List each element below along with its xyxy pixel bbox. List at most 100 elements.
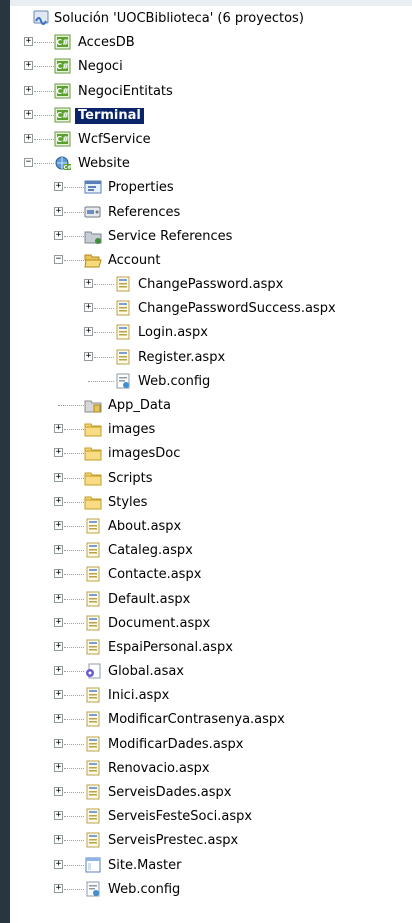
tree-item-app-data[interactable]: App_Data xyxy=(10,394,412,418)
tree-item-cataleg-aspx[interactable]: + Cataleg.aspx xyxy=(10,539,412,563)
tree-item-label: References xyxy=(108,204,181,220)
tree-item-styles[interactable]: + Styles xyxy=(10,491,412,515)
folder-icon xyxy=(84,445,102,461)
tree-item-serveisfestesoci-aspx[interactable]: + ServeisFesteSoci.aspx xyxy=(10,805,412,829)
tree-connector-line xyxy=(64,429,84,431)
tree-item-document-aspx[interactable]: + Document.aspx xyxy=(10,612,412,636)
tree-item-negocientitats[interactable]: + C# NegociEntitats xyxy=(10,80,412,104)
tree-item-serveisprestec-aspx[interactable]: + ServeisPrestec.aspx xyxy=(10,829,412,853)
expand-icon[interactable]: + xyxy=(54,593,63,603)
tree-item-negoci[interactable]: + C# Negoci xyxy=(10,55,412,79)
tree-item-wcfservice[interactable]: + C# WcfService xyxy=(10,128,412,152)
svg-text:C#: C# xyxy=(56,87,69,96)
expand-icon[interactable]: + xyxy=(54,424,63,434)
tree-item-label: NegociEntitats xyxy=(78,83,173,99)
expand-icon[interactable]: + xyxy=(24,37,33,47)
expand-icon[interactable]: + xyxy=(54,496,63,506)
tree-item-label: About.aspx xyxy=(108,518,182,534)
tree-item-label: Document.aspx xyxy=(108,615,211,631)
tree-item-website[interactable]: − C# Website xyxy=(10,152,412,176)
tree-item-label: Terminal xyxy=(75,107,144,124)
tree-connector-line xyxy=(64,816,84,818)
tree-item-label: Site.Master xyxy=(108,857,182,873)
expand-icon[interactable]: + xyxy=(54,641,63,651)
tree-item-default-aspx[interactable]: + Default.aspx xyxy=(10,588,412,612)
expand-icon[interactable]: + xyxy=(84,327,93,337)
asax-file-icon xyxy=(84,663,102,679)
expand-icon[interactable]: + xyxy=(24,85,33,95)
tree-item-terminal[interactable]: + C# Terminal xyxy=(10,104,412,128)
expand-icon[interactable]: + xyxy=(54,545,63,555)
tree-connector-line xyxy=(88,380,114,382)
aspx-file-icon xyxy=(114,349,132,365)
expand-icon[interactable]: + xyxy=(54,666,63,676)
tree-item-imagesdoc[interactable]: + imagesDoc xyxy=(10,442,412,466)
expand-icon[interactable]: + xyxy=(54,206,63,216)
tree-item-properties[interactable]: + Properties xyxy=(10,176,412,200)
tree-item-accesdb[interactable]: + C# AccesDB xyxy=(10,31,412,55)
tree-connector-line xyxy=(64,453,84,455)
expand-icon[interactable]: + xyxy=(54,859,63,869)
tree-item-contacte-aspx[interactable]: + Contacte.aspx xyxy=(10,563,412,587)
collapse-icon[interactable]: − xyxy=(54,254,63,264)
tree-item-modificarcontrasenya-aspx[interactable]: + ModificarContrasenya.aspx xyxy=(10,708,412,732)
tree-item-register-aspx[interactable]: + Register.aspx xyxy=(10,346,412,370)
tree-connector-line xyxy=(64,235,84,237)
expand-icon[interactable]: + xyxy=(54,182,63,192)
tree-item-references[interactable]: + References xyxy=(10,201,412,225)
expand-icon[interactable]: + xyxy=(54,520,63,530)
tree-item-soluci-n-uocbiblioteca-6-proyectos[interactable]: Solución 'UOCBiblioteca' (6 proyectos) xyxy=(10,7,412,31)
tree-item-web-config[interactable]: + Web.config xyxy=(10,878,412,902)
expand-icon[interactable]: + xyxy=(54,690,63,700)
tree-item-inici-aspx[interactable]: + Inici.aspx xyxy=(10,684,412,708)
tree-item-about-aspx[interactable]: + About.aspx xyxy=(10,515,412,539)
expand-icon[interactable]: + xyxy=(54,714,63,724)
expand-icon[interactable]: + xyxy=(54,448,63,458)
expand-icon[interactable]: + xyxy=(54,738,63,748)
expand-icon[interactable]: + xyxy=(54,762,63,772)
tree-item-label: Contacte.aspx xyxy=(108,567,202,583)
left-window-edge xyxy=(0,0,10,923)
tree-item-login-aspx[interactable]: + Login.aspx xyxy=(10,321,412,345)
expand-icon[interactable]: + xyxy=(24,133,33,143)
folder-icon xyxy=(84,494,102,510)
tree-item-label: EspaiPersonal.aspx xyxy=(108,639,233,655)
expand-icon[interactable]: + xyxy=(54,569,63,579)
expand-icon[interactable]: + xyxy=(24,61,33,71)
svg-text:C#: C# xyxy=(56,38,69,47)
tree-item-site-master[interactable]: + Site.Master xyxy=(10,854,412,878)
tree-item-changepasswordsuccess-aspx[interactable]: + ChangePasswordSuccess.aspx xyxy=(10,297,412,321)
tree-item-serveisdades-aspx[interactable]: + ServeisDades.aspx xyxy=(10,781,412,805)
expand-icon[interactable]: + xyxy=(54,883,63,893)
tree-connector-line xyxy=(64,501,84,503)
tree-item-images[interactable]: + images xyxy=(10,418,412,442)
expand-icon[interactable]: + xyxy=(54,811,63,821)
tree-item-modificardades-aspx[interactable]: + ModificarDades.aspx xyxy=(10,733,412,757)
expand-icon[interactable]: + xyxy=(84,279,93,289)
tree-item-espaipersonal-aspx[interactable]: + EspaiPersonal.aspx xyxy=(10,636,412,660)
solution-explorer-tree[interactable]: Solución 'UOCBiblioteca' (6 proyectos) + C… xyxy=(10,7,412,902)
tree-item-scripts[interactable]: + Scripts xyxy=(10,467,412,491)
expand-icon[interactable]: + xyxy=(54,472,63,482)
tree-item-changepassword-aspx[interactable]: + ChangePassword.aspx xyxy=(10,273,412,297)
tree-item-renovacio-aspx[interactable]: + Renovacio.aspx xyxy=(10,757,412,781)
tree-item-web-config[interactable]: Web.config xyxy=(10,370,412,394)
tree-item-global-asax[interactable]: + Global.asax xyxy=(10,660,412,684)
tree-connector-line xyxy=(64,211,84,213)
tree-connector-line xyxy=(64,671,84,673)
expand-icon[interactable]: + xyxy=(84,303,93,313)
tree-item-service-references[interactable]: + Service References xyxy=(10,225,412,249)
collapse-icon[interactable]: − xyxy=(24,158,33,168)
tree-item-label: ServeisFesteSoci.aspx xyxy=(108,809,253,825)
expand-icon[interactable]: + xyxy=(24,109,33,119)
tree-item-label: imagesDoc xyxy=(108,446,181,462)
tree-item-account[interactable]: − Account xyxy=(10,249,412,273)
expand-icon[interactable]: + xyxy=(54,787,63,796)
master-page-icon xyxy=(84,857,102,873)
tree-item-label: WcfService xyxy=(78,131,151,147)
expand-icon[interactable]: + xyxy=(54,230,63,240)
tree-item-label: ServeisPrestec.aspx xyxy=(108,833,239,849)
expand-icon[interactable]: + xyxy=(84,351,93,361)
expand-icon[interactable]: + xyxy=(54,617,63,627)
expand-icon[interactable]: + xyxy=(54,835,63,845)
